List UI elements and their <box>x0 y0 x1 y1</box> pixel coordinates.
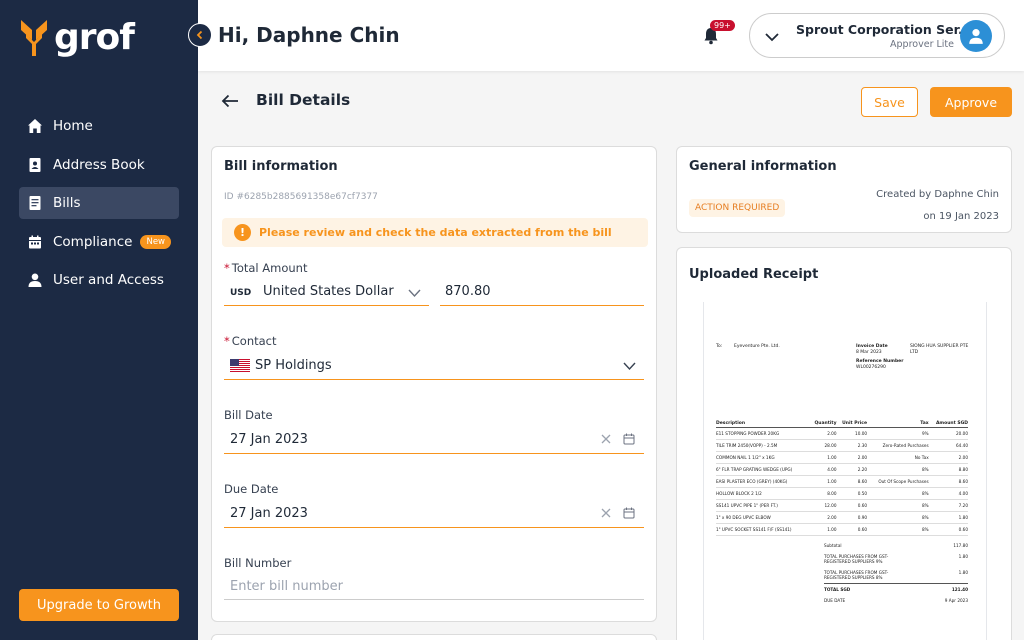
sidebar-nav: Home Address Book Bills Compliance New U… <box>19 110 179 303</box>
grof-logo-text: grof <box>54 17 135 58</box>
calendar-icon[interactable] <box>623 507 635 519</box>
amount-value: 870.80 <box>445 284 491 299</box>
table-row: TILE TRIM 2450(VOPP) - 2.5M 28.00 2.30 Zero… <box>716 439 968 452</box>
table-row: EASI PLASTER ECO (GREY) (40KG) 1.00 8.60 Ou… <box>716 475 968 488</box>
due-date-value: 27 Jan 2023 <box>230 506 308 521</box>
bill-number-label: Bill Number <box>224 556 292 570</box>
receipt-to-value: Eyeventure Pte. Ltd. <box>734 344 780 349</box>
created-by: Created by Daphne Chin <box>876 189 999 200</box>
avatar <box>960 20 992 52</box>
sidebar-item-label: Home <box>53 118 93 134</box>
chevron-left-icon <box>196 30 203 40</box>
receipt-to-label: To: <box>716 344 723 349</box>
next-card <box>211 634 657 640</box>
receipt-preview[interactable]: To: Eyeventure Pte. Ltd. Invoice Date 8 … <box>703 302 987 640</box>
created-on: on 19 Jan 2023 <box>923 211 999 222</box>
chevron-down-icon <box>765 33 779 42</box>
receipt-due-row: DUE DATE 9 Apr 2023 <box>824 598 968 603</box>
grof-logo-icon <box>21 20 47 56</box>
table-row: 1" UPVC SOCKET SS141 F/F (SS141) 1.00 0.60… <box>716 523 968 536</box>
approve-button[interactable]: Approve <box>930 87 1012 117</box>
bill-number-placeholder: Enter bill number <box>230 579 343 594</box>
due-date-label: Due Date <box>224 482 279 496</box>
receipt-summary: Subtotal 117.80 TOTAL PURCHASES FROM GST-… <box>824 540 968 606</box>
address-book-icon <box>27 157 43 173</box>
currency-code: USD <box>230 288 252 298</box>
table-row: SS141 UPVC PIPE 1" (PER FT.) 12.00 0.60 8% 7… <box>716 499 968 512</box>
org-switcher[interactable]: Sprout Corporation Ser.. Approver Lite <box>749 13 1005 58</box>
table-row: 6" FLR TRAP GRATING WEDGE (UPG) 4.00 2.20 8… <box>716 463 968 476</box>
receipt-invoice-date: 8 Mar 2023 <box>856 350 882 355</box>
review-warning: ! Please review and check the data extra… <box>222 218 648 247</box>
receipt-col-quantity: Quantity <box>809 420 837 428</box>
chevron-down-icon <box>408 289 421 298</box>
org-name: Sprout Corporation Ser.. <box>796 22 968 37</box>
receipt-line-items: Description Quantity Unit Price Tax Amou… <box>716 420 968 536</box>
table-row: HOLLOW BLOCK 2 1/2 8.00 0.50 8% 4.00 <box>716 487 968 500</box>
status-badge: ACTION REQUIRED <box>689 199 786 217</box>
org-role: Approver Lite <box>890 39 954 50</box>
currency-name: United States Dollar <box>263 284 394 299</box>
clear-icon[interactable] <box>601 508 611 518</box>
receipt-col-unit-price: Unit Price <box>836 420 868 428</box>
receipt-gst2-row: TOTAL PURCHASES FROM GST-REGISTERED SUPP… <box>824 570 968 580</box>
sidebar-item-home[interactable]: Home <box>19 110 179 142</box>
grof-logo[interactable]: grof <box>18 17 135 58</box>
general-information-title: General information <box>689 159 837 174</box>
bills-icon <box>27 195 43 211</box>
receipt-supplier: SIONG HUA SUPPLIER PTE LTD <box>910 344 969 355</box>
notification-badge: 99+ <box>710 20 735 31</box>
receipt-total-row: TOTAL SGD 121.40 <box>824 583 968 595</box>
contact-value: SP Holdings <box>255 358 332 373</box>
general-information-card: General information ACTION REQUIRED Crea… <box>676 146 1012 233</box>
sidebar-item-label: Address Book <box>53 156 145 173</box>
bill-date-label: Bill Date <box>224 408 273 422</box>
sidebar-item-label: Bills <box>53 195 81 211</box>
receipt-subtotal-row: Subtotal 117.80 <box>824 543 968 548</box>
chevron-down-icon <box>623 362 636 371</box>
save-button[interactable]: Save <box>861 87 918 117</box>
sidebar-item-address-book[interactable]: Address Book <box>19 149 179 181</box>
table-row: 1" x 90 DEG UPVC ELBOW 2.00 0.90 8% 1.80 <box>716 511 968 524</box>
collapse-sidebar-button[interactable] <box>188 23 212 47</box>
greeting: Hi, Daphne Chin <box>218 23 400 47</box>
receipt-col-tax: Tax <box>867 420 929 428</box>
user-icon <box>27 272 43 288</box>
bill-date-value: 27 Jan 2023 <box>230 432 308 447</box>
receipt-reference: WL00276290 <box>856 365 886 370</box>
uploaded-receipt-title: Uploaded Receipt <box>689 267 819 282</box>
clear-icon[interactable] <box>601 434 611 444</box>
back-arrow-icon[interactable] <box>220 93 240 109</box>
contact-label: * Contact <box>224 334 277 348</box>
sidebar-item-bills[interactable]: Bills <box>19 187 179 219</box>
user-avatar-icon <box>969 29 983 44</box>
home-icon <box>27 118 43 134</box>
sidebar: grof Home Address Book Bills Compliance <box>0 0 198 640</box>
sidebar-item-user-access[interactable]: User and Access <box>19 264 179 296</box>
top-header: Hi, Daphne Chin 99+ Sprout Corporation S… <box>198 0 1024 71</box>
total-amount-label: * Total Amount <box>224 261 308 275</box>
sidebar-item-label: User and Access <box>53 272 164 288</box>
warning-icon: ! <box>234 224 251 241</box>
receipt-header-row: Description Quantity Unit Price Tax Amou… <box>716 420 968 428</box>
warning-text: Please review and check the data extract… <box>259 226 612 239</box>
sidebar-item-compliance[interactable]: Compliance New <box>19 226 179 258</box>
receipt-col-amount: Amount SGD <box>928 420 968 428</box>
sidebar-item-label: Compliance <box>53 233 133 250</box>
table-row: COMMON NAIL 1 1/2" x 1KG 1.00 2.00 No Tax 2.… <box>716 451 968 464</box>
bill-id: ID #6285b2885691358e67cf7377 <box>224 192 378 202</box>
uploaded-receipt-card: Uploaded Receipt To: Eyeventure Pte. Ltd… <box>676 247 1012 640</box>
table-row: E11 STOPPING POWDER 20KG 2.00 10.00 9% 20.00 <box>716 427 968 440</box>
us-flag-icon <box>230 359 250 372</box>
receipt-gst1-row: TOTAL PURCHASES FROM GST-REGISTERED SUPP… <box>824 554 968 564</box>
new-badge: New <box>140 234 172 249</box>
calendar-icon[interactable] <box>623 433 635 445</box>
bill-information-card: Bill information ID #6285b2885691358e67c… <box>211 146 657 622</box>
upgrade-button[interactable]: Upgrade to Growth <box>19 589 179 621</box>
bill-information-title: Bill information <box>224 159 338 174</box>
receipt-col-description: Description <box>716 420 810 428</box>
calendar-icon <box>27 234 43 250</box>
page-title: Bill Details <box>256 91 351 109</box>
